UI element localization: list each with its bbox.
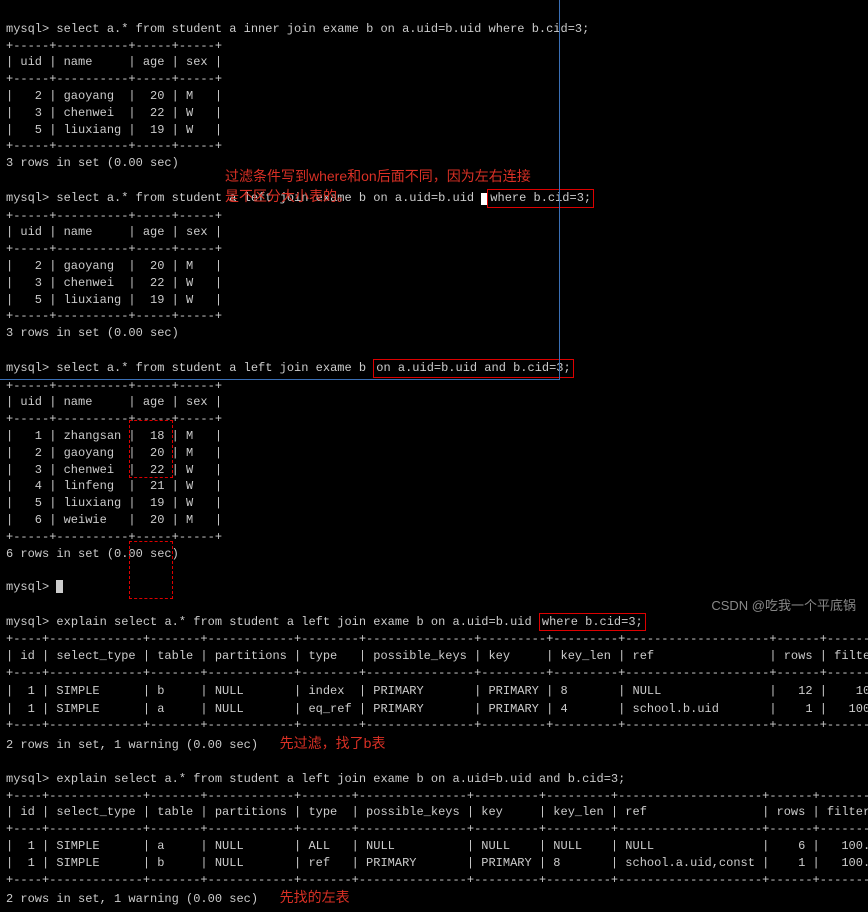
- explain-row: | 1 | SIMPLE | a | NULL | eq_ref | PRIMA…: [6, 702, 868, 716]
- explain-row: | 1 | SIMPLE | a | NULL | ALL | NULL | N…: [6, 839, 868, 853]
- rows-message: 6 rows in set (0.00 sec): [6, 547, 179, 561]
- explain-sep: +----+-------------+-------+------------…: [6, 632, 868, 646]
- table-row: | 2 | gaoyang | 20 | M |: [6, 446, 222, 460]
- table-sep: +-----+----------+-----+-----+: [6, 209, 222, 223]
- table-row: | 3 | chenwei | 22 | W |: [6, 463, 222, 477]
- prompt: mysql>: [6, 22, 49, 36]
- table-sep: +-----+----------+-----+-----+: [6, 139, 222, 153]
- explain-sep: +----+-------------+-------+------------…: [6, 666, 868, 680]
- explain-header: | id | select_type | table | partitions …: [6, 649, 868, 663]
- table-sep: +-----+----------+-----+-----+: [6, 309, 222, 323]
- cursor[interactable]: [56, 580, 63, 593]
- explain-row: | 1 | SIMPLE | b | NULL | ref | PRIMARY …: [6, 856, 868, 870]
- rows-message: 3 rows in set (0.00 sec): [6, 326, 179, 340]
- table-header: | uid | name | age | sex |: [6, 225, 222, 239]
- terminal-output: mysql> select a.* from student a inner j…: [0, 0, 868, 912]
- highlighted-where-clause: where b.cid=3;: [539, 613, 646, 632]
- table-row: | 4 | linfeng | 21 | W |: [6, 479, 222, 493]
- table-row: | 5 | liuxiang | 19 | W |: [6, 496, 222, 510]
- table-row: | 6 | weiwie | 20 | M |: [6, 513, 222, 527]
- table-header: | uid | name | age | sex |: [6, 55, 222, 69]
- table-row: | 3 | chenwei | 22 | W |: [6, 106, 222, 120]
- rows-message: 2 rows in set, 1 warning (0.00 sec): [6, 738, 258, 752]
- highlighted-on-clause: on a.uid=b.uid and b.cid=3;: [373, 359, 573, 378]
- rows-message: 2 rows in set, 1 warning (0.00 sec): [6, 892, 258, 906]
- table-sep: +-----+----------+-----+-----+: [6, 412, 222, 426]
- explain-sep: +----+-------------+-------+------------…: [6, 873, 868, 887]
- table-sep: +-----+----------+-----+-----+: [6, 379, 222, 393]
- explain-header: | id | select_type | table | partitions …: [6, 805, 868, 819]
- sql-query-3-prefix: select a.* from student a left join exam…: [56, 361, 373, 375]
- annotation-left-first: 先找的左表: [280, 889, 350, 905]
- prompt: mysql>: [6, 580, 49, 594]
- table-header: | uid | name | age | sex |: [6, 395, 222, 409]
- explain-sep: +----+-------------+-------+------------…: [6, 822, 868, 836]
- explain-sep: +----+-------------+-------+------------…: [6, 789, 868, 803]
- rows-message: 3 rows in set (0.00 sec): [6, 156, 179, 170]
- table-row: | 5 | liuxiang | 19 | W |: [6, 123, 222, 137]
- prompt: mysql>: [6, 772, 49, 786]
- table-row: | 1 | zhangsan | 18 | M |: [6, 429, 222, 443]
- sql-query-4-prefix: explain select a.* from student a left j…: [56, 615, 538, 629]
- sql-query-5: explain select a.* from student a left j…: [56, 772, 625, 786]
- table-sep: +-----+----------+-----+-----+: [6, 39, 222, 53]
- table-row: | 5 | liuxiang | 19 | W |: [6, 293, 222, 307]
- annotation-filter-b: 先过滤，找了b表: [280, 735, 386, 751]
- explain-sep: +----+-------------+-------+------------…: [6, 718, 868, 732]
- table-row: | 3 | chenwei | 22 | W |: [6, 276, 222, 290]
- table-row: | 2 | gaoyang | 20 | M |: [6, 259, 222, 273]
- sql-query-1: select a.* from student a inner join exa…: [56, 22, 589, 36]
- prompt: mysql>: [6, 191, 49, 205]
- watermark: CSDN @吃我一个平底锅: [711, 597, 856, 615]
- table-sep: +-----+----------+-----+-----+: [6, 72, 222, 86]
- prompt: mysql>: [6, 615, 49, 629]
- table-sep: +-----+----------+-----+-----+: [6, 530, 222, 544]
- explain-row: | 1 | SIMPLE | b | NULL | index | PRIMAR…: [6, 684, 868, 698]
- table-row: | 2 | gaoyang | 20 | M |: [6, 89, 222, 103]
- table-sep: +-----+----------+-----+-----+: [6, 242, 222, 256]
- prompt: mysql>: [6, 361, 49, 375]
- annotation-main: 过滤条件写到where和on后面不同，因为左右连接是不区分大小表的。: [225, 167, 535, 206]
